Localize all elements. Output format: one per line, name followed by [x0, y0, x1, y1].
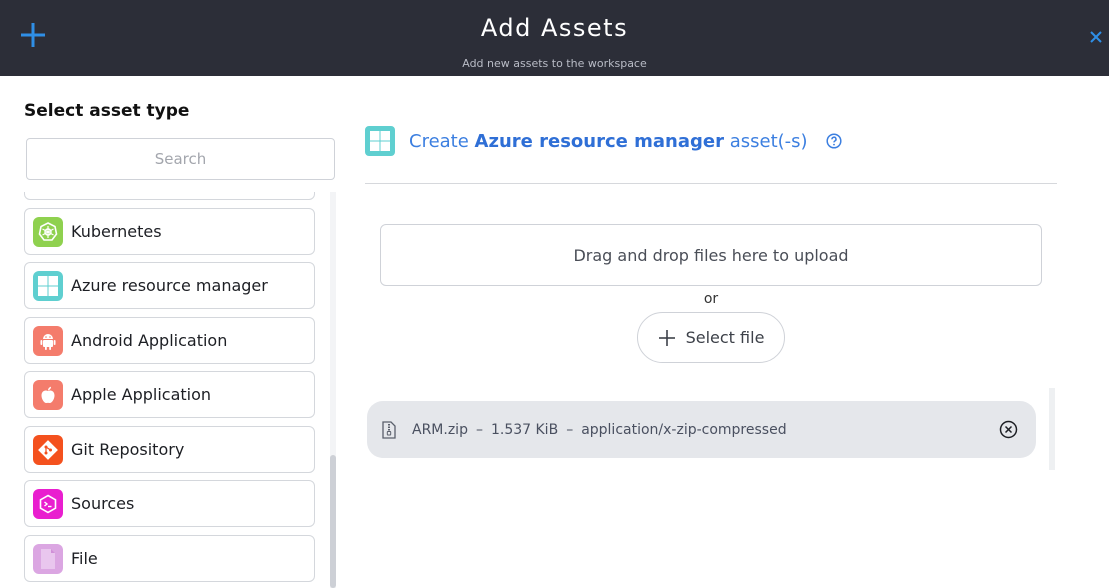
asset-type-apple-application[interactable]: Apple Application — [24, 371, 315, 418]
file-info-separator: – — [475, 421, 483, 438]
asset-type-azure-resource-manager[interactable]: Azure resource manager — [24, 262, 315, 309]
asset-type-git-repository[interactable]: Git Repository — [24, 426, 315, 473]
asset-type-kubernetes[interactable]: Kubernetes — [24, 208, 315, 255]
select-asset-type-heading: Select asset type — [24, 101, 190, 121]
create-asset-type: Azure resource manager — [474, 130, 724, 152]
help-icon[interactable] — [825, 133, 842, 149]
kubernetes-icon — [33, 216, 63, 247]
asset-type-label: Azure resource manager — [71, 276, 268, 295]
uploaded-file-item: ARM.zip –1.537 KiB – application/x-zip-comp… — [367, 401, 1036, 458]
select-file-label: Select file — [685, 328, 765, 347]
file-list-scrollbar[interactable] — [1049, 388, 1055, 470]
android-icon — [33, 325, 63, 356]
modal-title: Add Assets — [480, 14, 629, 42]
or-separator: or — [703, 291, 719, 307]
asset-type-label: Apple Application — [71, 385, 212, 404]
asset-type-label: File — [71, 549, 98, 568]
zip-file-icon — [382, 420, 396, 439]
select-file-button[interactable]: Select file — [637, 312, 785, 363]
dropzone-label: Drag and drop files here to upload — [573, 245, 849, 265]
file-mime: application/x-zip-compressed — [581, 421, 787, 438]
modal-subtitle: Add new assets to the workspace — [462, 57, 647, 70]
create-prefix: Create — [409, 130, 469, 152]
file-info-separator: – — [566, 421, 574, 438]
search-input[interactable] — [26, 138, 335, 180]
terminal-icon — [33, 488, 63, 519]
windows-icon — [33, 270, 63, 301]
asset-type-android-application[interactable]: Android Application — [24, 317, 315, 364]
plus-icon — [658, 329, 675, 346]
asset-type-sources[interactable]: Sources — [24, 480, 315, 527]
windows-icon — [365, 126, 395, 156]
file-size: 1.537 KiB — [490, 421, 559, 438]
create-asset-heading: Create Azure resource manager asset(-s) — [365, 126, 842, 156]
file-dropzone[interactable]: Drag and drop files here to upload — [380, 224, 1042, 286]
asset-type-label: Sources — [71, 494, 135, 513]
list-scrollbar-thumb[interactable] — [330, 455, 336, 588]
file-info: ARM.zip –1.537 KiB – application/x-zip-comp… — [412, 422, 787, 438]
create-asset-text: Create Azure resource manager asset(-s) — [409, 131, 808, 152]
asset-type-label: Kubernetes — [71, 222, 162, 241]
list-item-partial[interactable] — [24, 192, 315, 200]
divider — [365, 183, 1057, 184]
asset-type-label: Git Repository — [71, 440, 185, 459]
create-suffix: asset(-s) — [729, 130, 808, 152]
remove-file-icon[interactable] — [999, 420, 1018, 439]
file-name: ARM.zip — [412, 421, 468, 438]
git-icon — [33, 434, 63, 465]
file-icon — [33, 543, 63, 574]
apple-icon — [33, 379, 63, 410]
asset-type-file[interactable]: File — [24, 535, 315, 582]
modal-header: Add Assets Add new assets to the workspa… — [0, 0, 1109, 76]
close-icon[interactable] — [1089, 30, 1103, 44]
asset-type-list: Kubernetes Azure resource manager Androi… — [24, 192, 316, 588]
asset-type-label: Android Application — [71, 331, 228, 350]
